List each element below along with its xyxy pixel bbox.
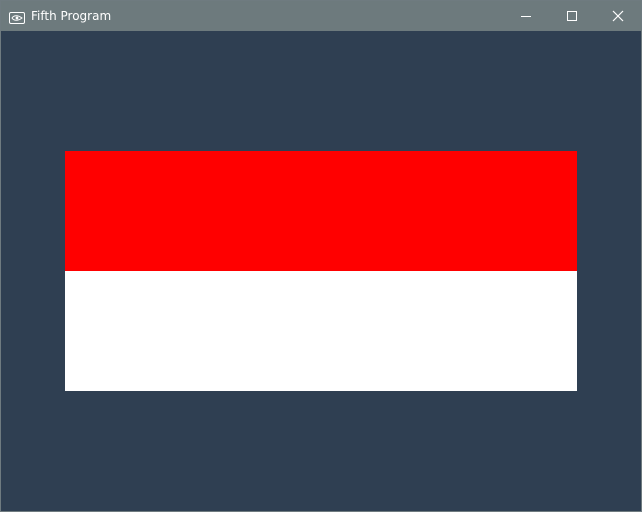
flag-white-stripe <box>65 271 577 391</box>
window-title: Fifth Program <box>31 9 112 23</box>
flag-red-stripe <box>65 151 577 271</box>
maximize-icon <box>566 7 578 26</box>
flag-rectangle <box>65 151 577 391</box>
minimize-button[interactable] <box>503 1 549 31</box>
app-window: Fifth Program <box>0 0 642 512</box>
window-controls <box>503 1 641 31</box>
app-icon[interactable] <box>9 9 25 24</box>
render-canvas[interactable] <box>1 31 641 511</box>
title-bar[interactable]: Fifth Program <box>1 1 641 31</box>
minimize-icon <box>520 7 532 26</box>
close-icon <box>612 7 624 26</box>
maximize-button[interactable] <box>549 1 595 31</box>
close-button[interactable] <box>595 1 641 31</box>
